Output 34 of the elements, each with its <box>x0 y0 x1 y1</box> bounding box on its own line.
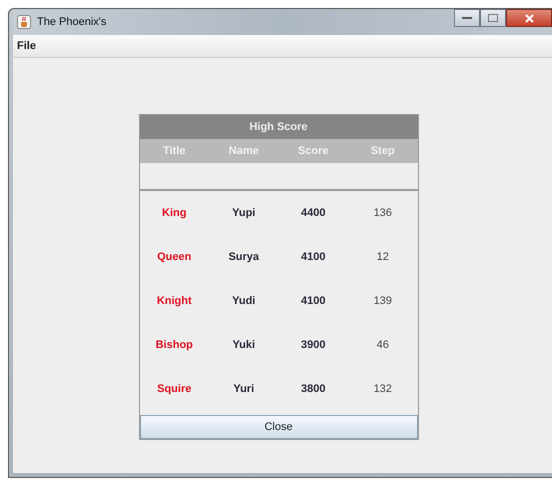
table-cell: 4100 <box>301 295 326 307</box>
column-header: Title <box>162 145 186 157</box>
table-cell: 4400 <box>301 207 326 219</box>
window-title: The Phoenix's <box>37 16 106 28</box>
minimize-icon <box>462 16 472 20</box>
table-cell: Yuri <box>233 383 254 395</box>
close-icon <box>524 14 534 22</box>
table-cell: King <box>162 207 186 219</box>
table-cell: Squire <box>157 383 192 395</box>
close-button[interactable] <box>506 9 552 27</box>
table-cell: 4100 <box>301 251 326 263</box>
table-cell: 136 <box>374 207 392 219</box>
table-cell: 12 <box>376 251 389 263</box>
column-header: Step <box>370 145 396 157</box>
close-dialog-button[interactable]: Close <box>140 415 418 439</box>
table-cell: 132 <box>374 383 392 395</box>
table-cell: 139 <box>374 295 392 307</box>
maximize-icon <box>488 14 498 22</box>
table-cell: Knight <box>156 295 192 307</box>
column-header: Name <box>228 145 260 157</box>
maximize-button[interactable] <box>480 9 506 27</box>
column-header: Score <box>296 145 330 157</box>
menu-item[interactable]: File <box>17 40 36 52</box>
table-cell: Queen <box>157 251 192 263</box>
table-cell: Bishop <box>156 339 193 351</box>
table-cell: Yudi <box>232 295 256 307</box>
table-cell: Surya <box>228 251 260 263</box>
table-cell: 46 <box>376 339 389 351</box>
table-cell: 3900 <box>301 339 326 351</box>
minimize-button[interactable] <box>454 9 480 27</box>
table-cell: Yupi <box>232 207 256 219</box>
panel-title: High Score <box>140 115 418 139</box>
table-cell: 3800 <box>301 383 326 395</box>
table-cell: Yuki <box>232 339 256 351</box>
